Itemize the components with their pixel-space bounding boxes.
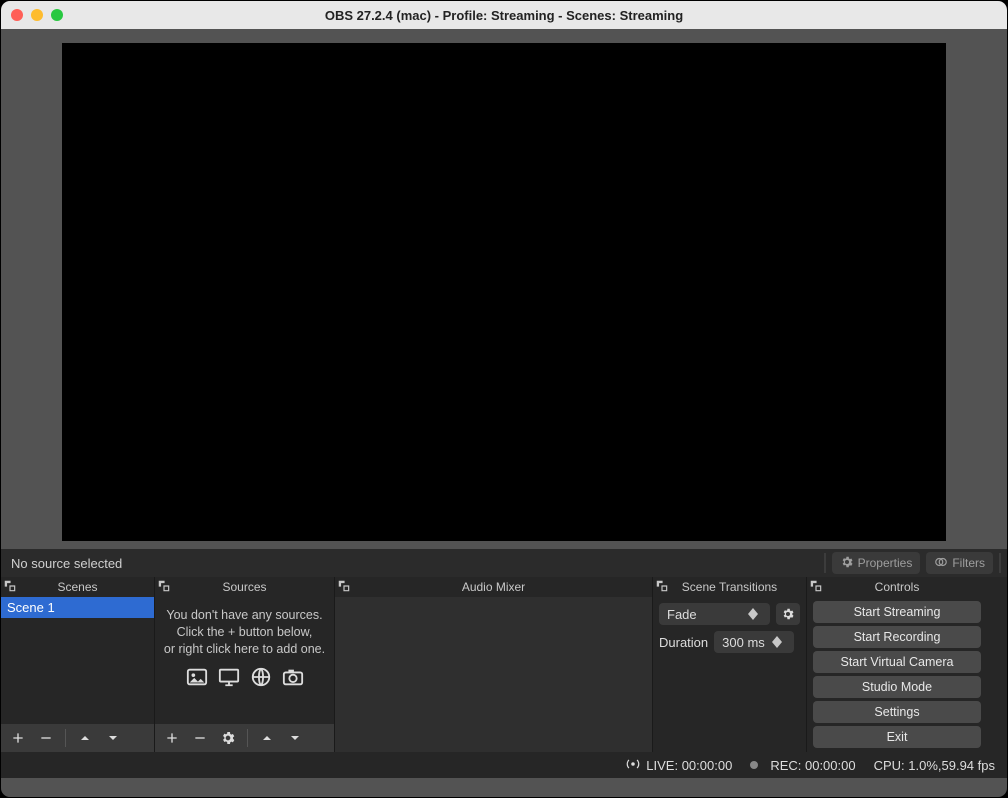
duration-value: 300 ms [722, 635, 765, 650]
transition-select[interactable]: Fade [659, 603, 770, 625]
docks-row: Scenes Scene 1 Sources [1, 577, 1007, 752]
cpu-text: CPU: 1.0%,59.94 fps [874, 758, 995, 773]
image-icon [184, 666, 210, 693]
popout-icon[interactable] [809, 579, 823, 596]
sources-footer [155, 724, 334, 752]
transition-selected: Fade [667, 607, 697, 622]
scenes-title: Scenes [57, 580, 97, 594]
sources-empty-line: or right click here to add one. [161, 641, 328, 658]
scenes-footer [1, 724, 154, 752]
sources-empty-line: You don't have any sources. [161, 607, 328, 624]
sources-empty-line: Click the + button below, [161, 624, 328, 641]
preview-canvas[interactable] [62, 43, 946, 541]
live-text: LIVE: 00:00:00 [646, 758, 732, 773]
broadcast-icon [626, 757, 640, 774]
gear-icon [840, 555, 854, 572]
monitor-icon [216, 666, 242, 693]
remove-source-button[interactable] [187, 726, 213, 750]
start-virtual-camera-button[interactable]: Start Virtual Camera [813, 651, 981, 673]
add-scene-button[interactable] [5, 726, 31, 750]
status-cpu: CPU: 1.0%,59.94 fps [874, 758, 995, 773]
title-bar: OBS 27.2.4 (mac) - Profile: Streaming - … [1, 1, 1007, 29]
camera-icon [280, 666, 306, 693]
settings-button[interactable]: Settings [813, 701, 981, 723]
controls-title: Controls [875, 580, 920, 594]
exit-button[interactable]: Exit [813, 726, 981, 748]
toolbar-separator [999, 553, 1001, 573]
properties-label: Properties [858, 556, 913, 570]
status-bar: LIVE: 00:00:00 REC: 00:00:00 CPU: 1.0%,5… [1, 752, 1007, 778]
status-rec: REC: 00:00:00 [750, 758, 855, 773]
controls-dock: Controls Start Streaming Start Recording… [807, 577, 987, 752]
rec-text: REC: 00:00:00 [770, 758, 855, 773]
audio-mixer-title: Audio Mixer [462, 580, 525, 594]
transition-properties-button[interactable] [776, 603, 800, 625]
scenes-list[interactable]: Scene 1 [1, 597, 154, 724]
add-source-button[interactable] [159, 726, 185, 750]
properties-button[interactable]: Properties [832, 552, 921, 574]
minimize-window-button[interactable] [31, 9, 43, 21]
preview-wrap [1, 29, 1007, 549]
sources-hint-icons [161, 666, 328, 693]
audio-mixer-body[interactable] [335, 597, 652, 752]
scene-item[interactable]: Scene 1 [1, 597, 154, 618]
content-area: No source selected Properties Filters Sc… [1, 29, 1007, 797]
popout-icon[interactable] [337, 579, 351, 596]
no-source-label: No source selected [11, 556, 122, 571]
scenes-header: Scenes [1, 577, 154, 597]
sources-header: Sources [155, 577, 334, 597]
studio-mode-button[interactable]: Studio Mode [813, 676, 981, 698]
maximize-window-button[interactable] [51, 9, 63, 21]
traffic-lights [11, 9, 63, 21]
controls-body: Start Streaming Start Recording Start Vi… [807, 597, 987, 752]
move-source-down-button[interactable] [282, 726, 308, 750]
move-source-up-button[interactable] [254, 726, 280, 750]
duration-label: Duration [659, 635, 708, 650]
filters-label: Filters [952, 556, 985, 570]
source-toolbar: No source selected Properties Filters [1, 549, 1007, 577]
chevron-updown-icon [748, 608, 762, 620]
sources-empty-message: You don't have any sources. Click the + … [155, 597, 334, 693]
popout-icon[interactable] [3, 579, 17, 596]
audio-mixer-header: Audio Mixer [335, 577, 652, 597]
filters-button[interactable]: Filters [926, 552, 993, 574]
move-scene-up-button[interactable] [72, 726, 98, 750]
remove-scene-button[interactable] [33, 726, 59, 750]
start-streaming-button[interactable]: Start Streaming [813, 601, 981, 623]
duration-input[interactable]: 300 ms [714, 631, 794, 653]
sources-dock: Sources You don't have any sources. Clic… [155, 577, 335, 752]
spinner-icon[interactable] [772, 636, 786, 648]
toolbar-separator [824, 553, 826, 573]
filters-icon [934, 555, 948, 572]
sources-title: Sources [222, 580, 266, 594]
popout-icon[interactable] [655, 579, 669, 596]
source-properties-button[interactable] [215, 726, 241, 750]
obs-window: OBS 27.2.4 (mac) - Profile: Streaming - … [0, 0, 1008, 798]
sources-list[interactable]: You don't have any sources. Click the + … [155, 597, 334, 724]
globe-icon [248, 666, 274, 693]
move-scene-down-button[interactable] [100, 726, 126, 750]
audio-mixer-dock: Audio Mixer [335, 577, 653, 752]
scene-transitions-header: Scene Transitions [653, 577, 806, 597]
controls-header: Controls [807, 577, 987, 597]
scene-transitions-body: Fade Duration 300 ms [653, 597, 806, 752]
scene-transitions-dock: Scene Transitions Fade [653, 577, 807, 752]
scene-transitions-title: Scene Transitions [682, 580, 777, 594]
window-title: OBS 27.2.4 (mac) - Profile: Streaming - … [11, 8, 997, 23]
status-live: LIVE: 00:00:00 [626, 757, 732, 774]
record-dot-icon [750, 761, 758, 769]
scenes-dock: Scenes Scene 1 [1, 577, 155, 752]
popout-icon[interactable] [157, 579, 171, 596]
start-recording-button[interactable]: Start Recording [813, 626, 981, 648]
close-window-button[interactable] [11, 9, 23, 21]
